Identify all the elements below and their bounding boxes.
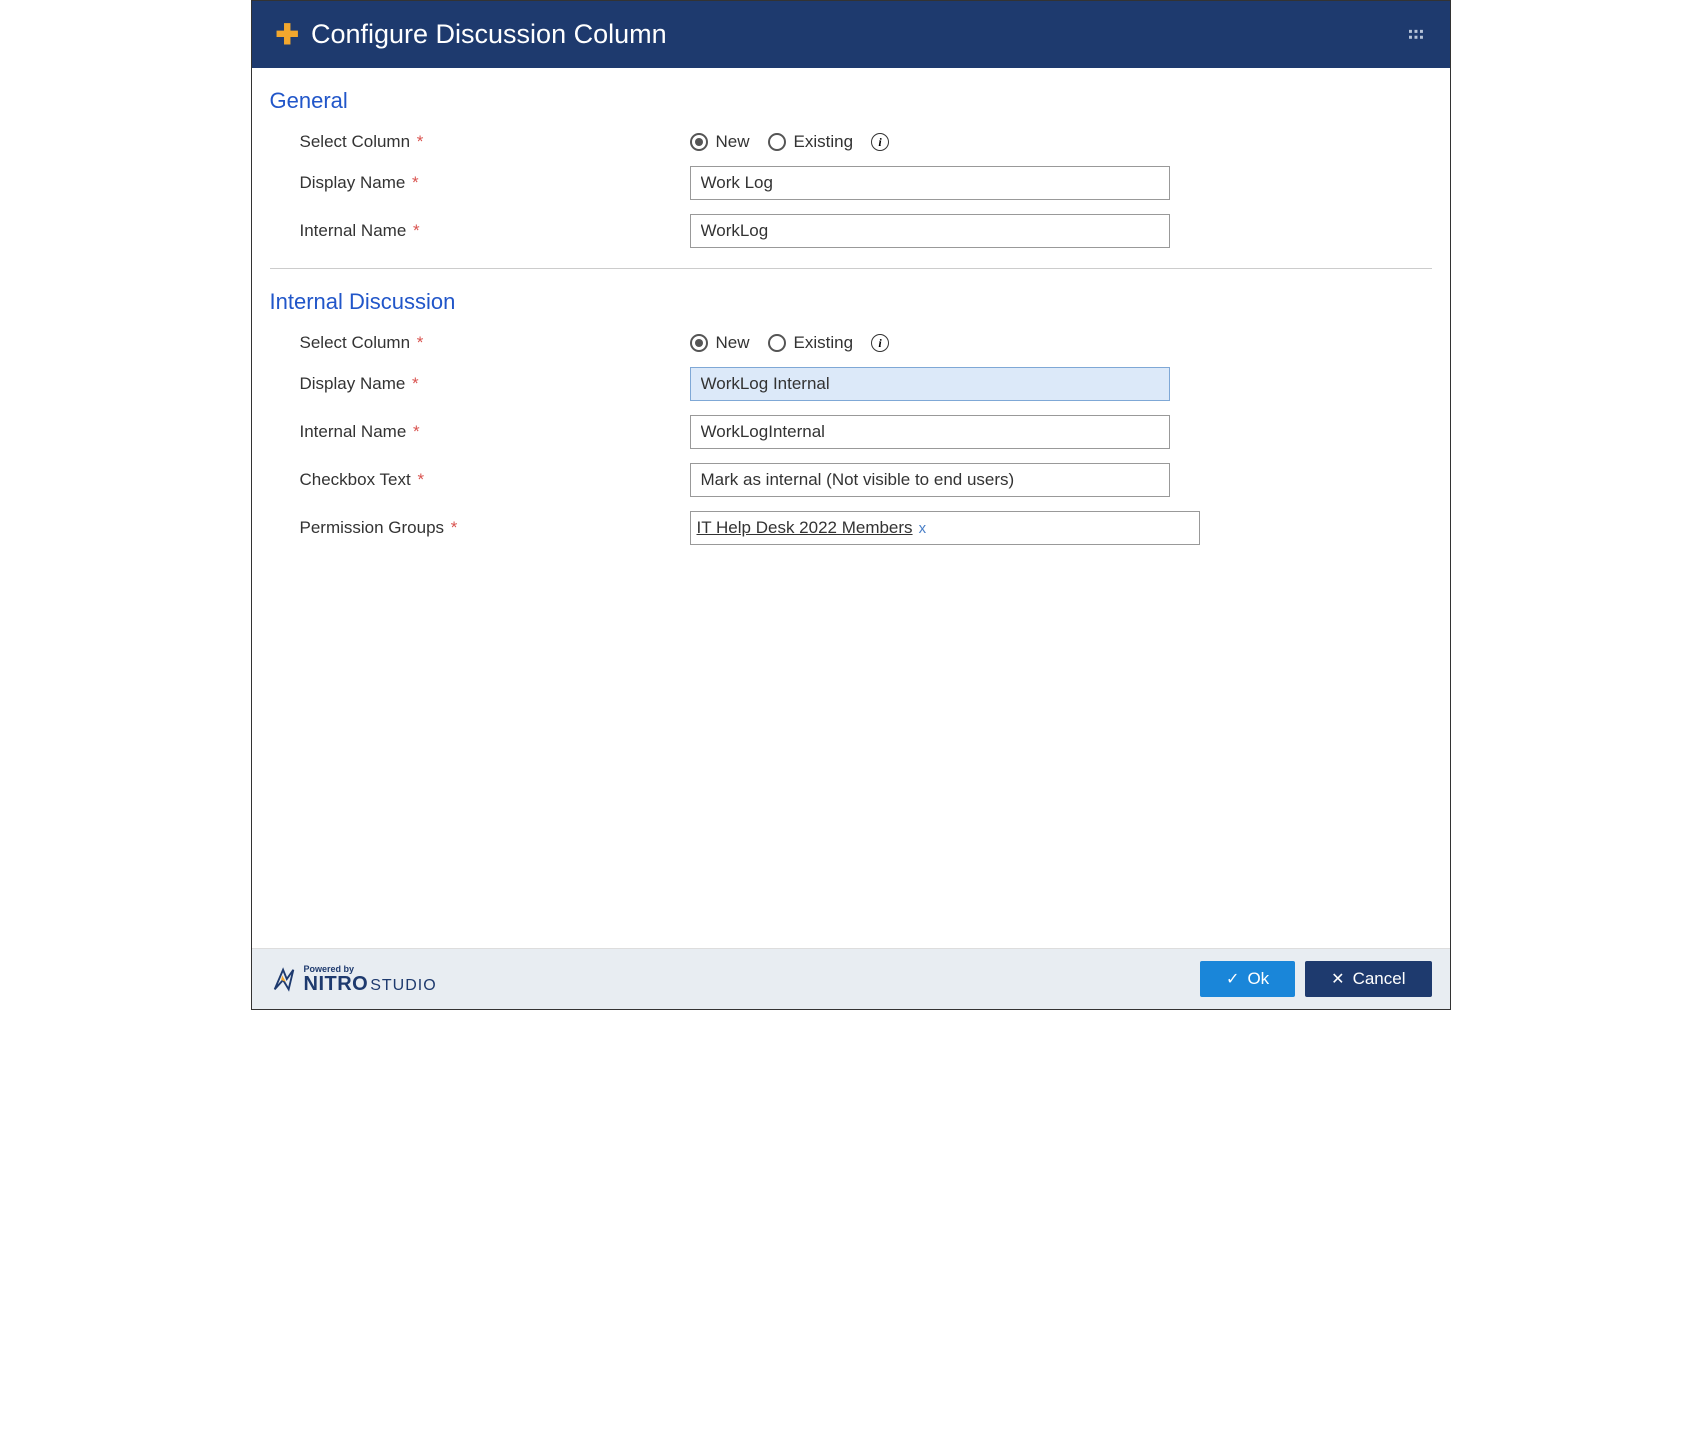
cancel-button[interactable]: ✕ Cancel [1305, 961, 1431, 997]
row-general-display-name: Display Name * [270, 166, 1432, 200]
permission-group-tag: IT Help Desk 2022 Members [697, 518, 913, 538]
label-select-column-text: Select Column [300, 132, 411, 151]
label-display-name-internal-text: Display Name [300, 374, 406, 393]
label-display-name-text: Display Name [300, 173, 406, 192]
dialog-title: Configure Discussion Column [311, 19, 667, 50]
label-select-column-internal: Select Column * [300, 333, 690, 353]
input-general-display-name[interactable] [690, 166, 1170, 200]
required-marker: * [417, 132, 424, 151]
radio-new-label: New [716, 132, 750, 152]
radio-new-internal[interactable]: New [690, 333, 750, 353]
nitro-logo-icon [270, 966, 298, 994]
input-general-internal-name[interactable] [690, 214, 1170, 248]
radio-existing-internal[interactable]: Existing [768, 333, 854, 353]
label-internal-name-internal-text: Internal Name [300, 422, 407, 441]
radio-circle-icon [690, 334, 708, 352]
row-general-internal-name: Internal Name * [270, 214, 1432, 248]
row-permission-groups: Permission Groups * IT Help Desk 2022 Me… [270, 511, 1432, 545]
label-permission-groups: Permission Groups * [300, 518, 690, 538]
section-internal-discussion-title: Internal Discussion [270, 289, 1432, 315]
info-icon[interactable]: i [871, 334, 889, 352]
input-internal-internal-name[interactable] [690, 415, 1170, 449]
brand-nitro: NITRO [304, 974, 369, 994]
label-checkbox-text: Checkbox Text * [300, 470, 690, 490]
header-left: ✚ Configure Discussion Column [276, 19, 667, 50]
close-icon: ✕ [1331, 969, 1344, 989]
remove-tag-icon[interactable]: x [917, 520, 929, 537]
radio-group-general: New Existing i [690, 132, 890, 152]
required-marker: * [417, 470, 424, 489]
footer-buttons: ✓ Ok ✕ Cancel [1200, 961, 1431, 997]
ok-label: Ok [1247, 969, 1269, 989]
label-select-column: Select Column * [300, 132, 690, 152]
radio-existing-label: Existing [794, 132, 854, 152]
label-checkbox-text-text: Checkbox Text [300, 470, 411, 489]
radio-circle-icon [768, 133, 786, 151]
brand-logo: Powered by NITRO STUDIO [270, 965, 437, 994]
label-internal-name: Internal Name * [300, 221, 690, 241]
ok-button[interactable]: ✓ Ok [1200, 961, 1295, 997]
dialog-content: General Select Column * New Existing i D… [252, 68, 1450, 948]
required-marker: * [413, 221, 420, 240]
brand-studio: STUDIO [370, 978, 436, 994]
label-display-name-internal: Display Name * [300, 374, 690, 394]
required-marker: * [413, 422, 420, 441]
row-internal-internal-name: Internal Name * [270, 415, 1432, 449]
row-general-select-column: Select Column * New Existing i [270, 132, 1432, 152]
label-select-column-internal-text: Select Column [300, 333, 411, 352]
radio-group-internal: New Existing i [690, 333, 890, 353]
label-display-name: Display Name * [300, 173, 690, 193]
required-marker: * [417, 333, 424, 352]
input-internal-display-name[interactable] [690, 367, 1170, 401]
required-marker: * [412, 374, 419, 393]
info-icon[interactable]: i [871, 133, 889, 151]
cancel-label: Cancel [1353, 969, 1406, 989]
label-internal-name-text: Internal Name [300, 221, 407, 240]
input-permission-groups[interactable]: IT Help Desk 2022 Members x [690, 511, 1200, 545]
radio-circle-icon [690, 133, 708, 151]
radio-circle-icon [768, 334, 786, 352]
dialog-footer: Powered by NITRO STUDIO ✓ Ok ✕ Cancel [252, 948, 1450, 1009]
label-permission-groups-text: Permission Groups [300, 518, 445, 537]
radio-new-internal-label: New [716, 333, 750, 353]
required-marker: * [412, 173, 419, 192]
radio-new-general[interactable]: New [690, 132, 750, 152]
row-checkbox-text: Checkbox Text * [270, 463, 1432, 497]
label-internal-name-internal: Internal Name * [300, 422, 690, 442]
radio-existing-general[interactable]: Existing [768, 132, 854, 152]
header-drag-handle[interactable]: ⠿ [1402, 27, 1426, 43]
dialog-header: ✚ Configure Discussion Column ⠿ [252, 1, 1450, 68]
section-general-title: General [270, 88, 1432, 114]
required-marker: * [451, 518, 458, 537]
check-icon: ✓ [1226, 969, 1239, 989]
radio-existing-internal-label: Existing [794, 333, 854, 353]
input-checkbox-text[interactable] [690, 463, 1170, 497]
row-internal-select-column: Select Column * New Existing i [270, 333, 1432, 353]
section-divider [270, 268, 1432, 269]
plus-icon: ✚ [276, 21, 299, 49]
row-internal-display-name: Display Name * [270, 367, 1432, 401]
